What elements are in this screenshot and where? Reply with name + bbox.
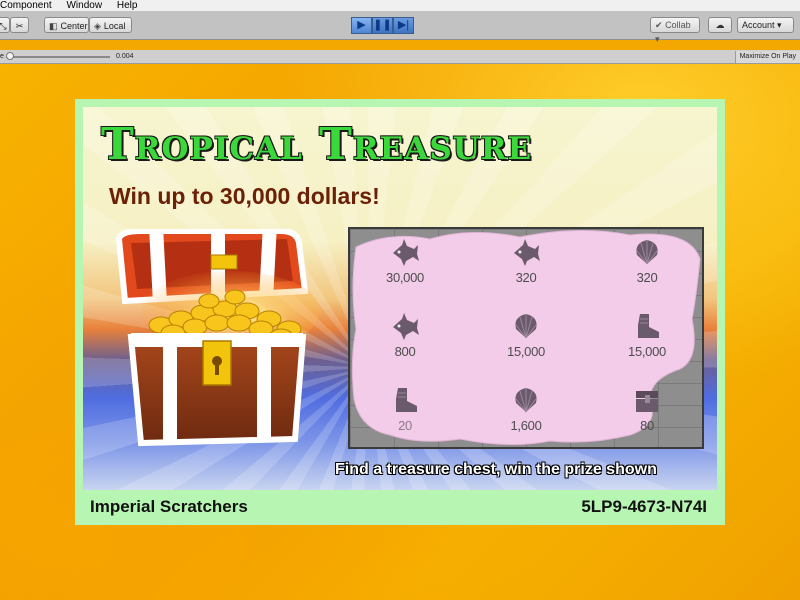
treasure-chest-icon (636, 391, 658, 412)
play-icon: ▶ (357, 19, 366, 31)
seashell-icon (636, 240, 658, 265)
prize-subtitle: Win up to 30,000 dollars! (109, 183, 380, 209)
boot-icon (638, 314, 659, 338)
scratch-area-frame: 30,000 320 320 800 15,000 15,000 20 1,60… (348, 227, 704, 449)
account-label: Account (742, 20, 775, 30)
angelfish-icon (393, 239, 419, 266)
scale-value: 0.004 (116, 53, 134, 60)
scale-slider-track[interactable] (6, 56, 110, 58)
step-icon: ▶| (397, 19, 410, 31)
playback-controls: ▶ ❚❚ ▶| (351, 17, 414, 34)
prize-value: 320 (515, 270, 537, 285)
game-title: Tropical Treasure (101, 119, 533, 170)
local-space-icon: ◈ (94, 21, 101, 31)
menu-item-component[interactable]: Component (0, 0, 52, 11)
prize-value: 80 (640, 418, 654, 433)
transform-tool-button[interactable]: ✂ (10, 17, 29, 33)
collab-label: Collab (665, 20, 691, 30)
pivot-icon: ◧ (49, 21, 58, 31)
seashell-icon (515, 314, 537, 339)
brand-name: Imperial Scratchers (90, 497, 248, 516)
treasure-chest-illustration (115, 229, 321, 447)
symbol-cell: 15,000 (471, 307, 581, 373)
cloud-button[interactable]: ☁ (708, 17, 732, 33)
rect-tool-button[interactable]: ⤡ (0, 17, 10, 33)
collab-button[interactable]: ✔ Collab ▾ (650, 17, 700, 44)
symbol-cell: 20 (350, 381, 460, 447)
prize-value: 20 (398, 418, 412, 433)
pause-icon: ❚❚ (373, 19, 392, 31)
menu-item-window[interactable]: Window (66, 0, 102, 11)
play-button[interactable]: ▶ (351, 17, 372, 34)
symbol-cell: 800 (350, 307, 460, 373)
symbol-cell: 30,000 (350, 233, 460, 299)
rect-tool-icon: ⤡ (0, 21, 7, 31)
scratch-card: Tropical Treasure Win up to 30,000 dolla… (75, 99, 725, 525)
tools-icon: ✂ (15, 21, 24, 31)
angelfish-icon (514, 239, 540, 266)
card-artwork: Tropical Treasure Win up to 30,000 dolla… (83, 107, 717, 490)
maximize-on-play-toggle[interactable]: Maximize On Play (734, 51, 800, 63)
seashell-icon (515, 388, 537, 413)
boot-icon (396, 388, 417, 412)
prize-value: 320 (636, 270, 658, 285)
prize-value: 15,000 (507, 344, 545, 359)
pivot-label: Center (60, 21, 88, 31)
pause-button[interactable]: ❚❚ (372, 17, 393, 34)
symbol-cell: 80 (592, 381, 702, 447)
step-button[interactable]: ▶| (393, 17, 414, 34)
space-label: Local (103, 21, 126, 31)
game-view-bar: e 0.004 Maximize On Play (0, 50, 800, 64)
symbol-grid: 30,000 320 320 800 15,000 15,000 20 1,60… (350, 229, 702, 447)
prize-value: 800 (394, 344, 416, 359)
angelfish-icon (393, 313, 419, 340)
symbol-cell: 15,000 (592, 307, 702, 373)
prize-value: 30,000 (386, 270, 424, 285)
menu-item-help[interactable]: Help (117, 0, 138, 11)
pivot-center-button[interactable]: ◧ Center (44, 17, 89, 33)
prize-value: 15,000 (628, 344, 666, 359)
symbol-cell: 1,600 (471, 381, 581, 447)
prize-value: 1,600 (510, 418, 542, 433)
scale-slider-thumb[interactable] (6, 52, 14, 60)
space-local-button[interactable]: ◈ Local (89, 17, 132, 33)
cloud-icon: ☁ (715, 20, 725, 30)
editor-toolbar: ⤡ ✂ ◧ Center ◈ Local ▶ ❚❚ ▶| ✔ Collab ▾ ☁ … (0, 11, 800, 44)
instructions-text: Find a treasure chest, win the prize sho… (335, 461, 657, 478)
symbol-cell: 320 (592, 233, 702, 299)
menu-bar: Component Window Help (0, 0, 800, 11)
scale-label: e (0, 53, 4, 60)
account-dropdown[interactable]: Account ▾ (737, 17, 794, 33)
check-icon: ✔ (655, 20, 663, 30)
symbol-cell: 320 (471, 233, 581, 299)
ticket-code: 5LP9-4673-N74I (581, 497, 707, 516)
scratch-area[interactable]: 30,000 320 320 800 15,000 15,000 20 1,60… (350, 229, 702, 447)
